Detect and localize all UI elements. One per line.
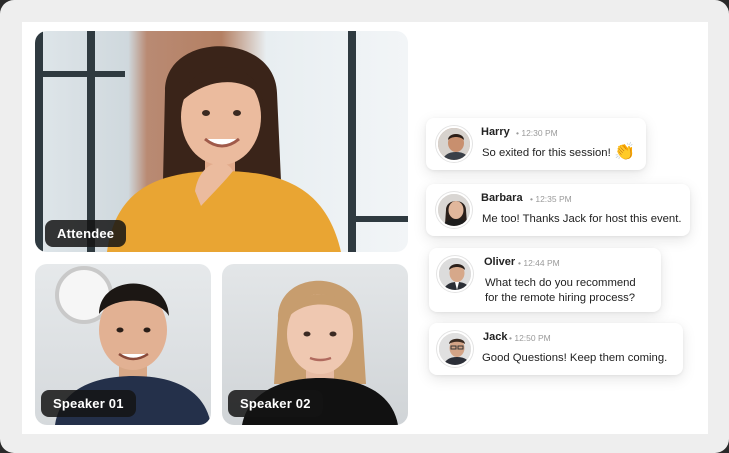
attendee-person: [107, 46, 341, 252]
sender-name: Barbara: [481, 192, 523, 204]
message-text-line-2: for the remote hiring process?: [485, 292, 636, 304]
video-tile-attendee[interactable]: Attendee: [35, 31, 408, 252]
timestamp: • 12:35 PM: [530, 194, 572, 204]
message-text: Good Questions! Keep them coming.: [482, 352, 668, 364]
speaker-02-label: Speaker 02: [228, 390, 323, 417]
app-frame: Attendee Speaker 01 Speaker 02 Harry • 1…: [0, 0, 729, 453]
avatar-jack[interactable]: [437, 331, 473, 367]
message-text: So exited for this session!: [482, 147, 611, 159]
chat-message-harry: Harry • 12:30 PM So exited for this sess…: [426, 118, 646, 170]
clap-emoji-icon: 👏: [614, 142, 636, 161]
chat-message-barbara: Barbara • 12:35 PM Me too! Thanks Jack f…: [426, 184, 690, 236]
avatar-harry[interactable]: [436, 126, 472, 162]
timestamp: • 12:50 PM: [509, 333, 551, 343]
window-frame: [35, 31, 43, 252]
video-tile-speaker-02[interactable]: Speaker 02: [222, 264, 408, 425]
avatar-barbara[interactable]: [436, 192, 472, 228]
window-frame: [348, 216, 408, 222]
chat-message-oliver: Oliver • 12:44 PM What tech do you recom…: [429, 248, 661, 312]
window-frame: [87, 31, 95, 252]
sender-name: Oliver: [484, 256, 516, 268]
timestamp: • 12:30 PM: [516, 128, 558, 138]
sender-name: Jack: [483, 331, 508, 343]
attendee-label: Attendee: [45, 220, 127, 247]
avatar-oliver[interactable]: [437, 256, 473, 292]
chat-message-jack: Jack • 12:50 PM Good Questions! Keep the…: [429, 323, 683, 375]
video-tile-speaker-01[interactable]: Speaker 01: [35, 264, 211, 425]
timestamp: • 12:44 PM: [518, 258, 560, 268]
message-text-line-1: What tech do you recommend: [485, 277, 636, 289]
speaker-01-label: Speaker 01: [41, 390, 136, 417]
sender-name: Harry: [481, 126, 510, 138]
message-text: Me too! Thanks Jack for host this event.: [482, 213, 682, 225]
